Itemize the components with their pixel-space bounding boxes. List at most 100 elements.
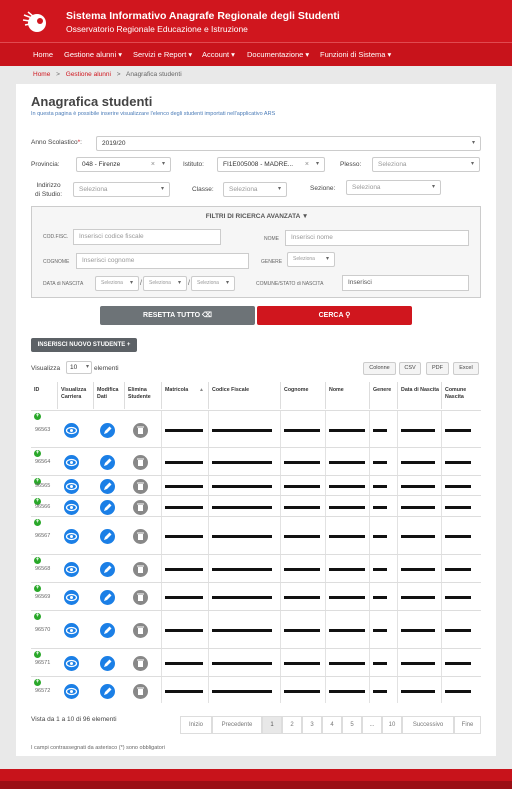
columns-button[interactable]: Colonne (363, 362, 396, 375)
edit-icon[interactable] (100, 422, 115, 438)
page-5[interactable]: 5 (342, 716, 362, 734)
edit-icon[interactable] (100, 683, 115, 699)
page-last[interactable]: Fine (454, 716, 481, 734)
view-career-icon[interactable] (64, 455, 79, 470)
add-student-button[interactable]: INSERISCI NUOVO STUDENTE + (31, 338, 137, 352)
delete-icon[interactable] (133, 529, 148, 544)
elements-label: elementi (94, 365, 119, 372)
expand-row-icon[interactable]: + (34, 613, 41, 620)
page-3[interactable]: 3 (302, 716, 322, 734)
delete-icon[interactable] (133, 499, 148, 515)
view-career-icon[interactable] (64, 656, 79, 671)
redacted-value (401, 505, 435, 509)
indirizzo-select[interactable]: Seleziona ▾ (73, 182, 170, 197)
view-career-icon[interactable] (64, 562, 79, 577)
breadcrumb-current: Anagrafica studenti (126, 71, 182, 78)
footer-bottom (0, 781, 512, 789)
csv-button[interactable]: CSV (399, 362, 421, 375)
col-header-genere[interactable]: Genere (369, 382, 397, 409)
page-10[interactable]: 10 (382, 716, 402, 734)
redacted-value (165, 629, 203, 632)
page-2[interactable]: 2 (282, 716, 302, 734)
breadcrumb-gestione-alunni[interactable]: Gestione alunni (66, 71, 111, 78)
plesso-select[interactable]: Seleziona ▾ (372, 157, 480, 172)
delete-icon[interactable] (133, 455, 148, 470)
expand-row-icon[interactable]: + (34, 679, 41, 686)
col-header-data-nascita[interactable]: Data di Nascita (397, 382, 441, 409)
comune-input[interactable]: Inserisci (342, 275, 469, 291)
search-button[interactable]: CERCA ⚲ (257, 306, 412, 325)
col-header-matricola[interactable]: Matricola ▲ (161, 382, 208, 409)
col-header-comune[interactable]: Comune Nascita (441, 382, 481, 409)
delete-icon[interactable] (133, 562, 148, 577)
delete-icon[interactable] (133, 479, 148, 494)
indirizzo-label: Indirizzo di Studio: (35, 182, 63, 198)
nav-documentazione[interactable]: Documentazione ▾ (247, 50, 309, 59)
delete-icon[interactable] (133, 683, 148, 699)
cognome-input[interactable]: Inserisci cognome (76, 253, 249, 269)
page-size-select[interactable]: 10 ▾ (66, 361, 92, 374)
breadcrumb-home[interactable]: Home (33, 71, 50, 78)
provincia-select[interactable]: 048 - Firenze × ▾ (76, 157, 171, 172)
student-id: 96567 (35, 533, 51, 539)
nav-account[interactable]: Account ▾ (202, 50, 235, 59)
delete-icon[interactable] (133, 422, 148, 438)
delete-icon[interactable] (133, 656, 148, 671)
edit-icon[interactable] (100, 455, 115, 470)
genere-select[interactable]: Seleziona ▾ (287, 252, 335, 267)
clear-icon[interactable]: × (305, 158, 309, 171)
expand-row-icon[interactable]: + (34, 651, 41, 658)
nav-funzioni-sistema[interactable]: Funzioni di Sistema ▾ (320, 50, 391, 59)
expand-row-icon[interactable]: + (34, 519, 41, 526)
expand-row-icon[interactable]: + (34, 413, 41, 420)
edit-icon[interactable] (100, 623, 115, 638)
expand-row-icon[interactable]: + (34, 585, 41, 592)
view-career-icon[interactable] (64, 529, 79, 544)
expand-row-icon[interactable]: + (34, 450, 41, 457)
reset-button[interactable]: RESETTA TUTTO ⌫ (100, 306, 255, 325)
classe-select[interactable]: Seleziona ▾ (223, 182, 287, 197)
istituto-select[interactable]: FI1E005008 - MADRE... × ▾ (217, 157, 325, 172)
nome-input[interactable]: Inserisci nome (285, 230, 469, 246)
col-header-cognome[interactable]: Cognome (280, 382, 325, 409)
view-career-icon[interactable] (64, 422, 79, 438)
redacted-value (165, 662, 203, 665)
col-header-modifica: Modifica Dati (93, 382, 124, 409)
student-id: 96568 (35, 566, 51, 572)
page-next[interactable]: Successivo (402, 716, 454, 734)
birth-year-select[interactable]: Seleziona ▾ (191, 276, 235, 291)
birth-day-select[interactable]: Seleziona ▾ (95, 276, 139, 291)
edit-icon[interactable] (100, 562, 115, 577)
view-career-icon[interactable] (64, 479, 79, 494)
edit-icon[interactable] (100, 479, 115, 494)
col-header-codice-fiscale[interactable]: Codice Fiscale (208, 382, 280, 409)
page-previous[interactable]: Precedente (212, 716, 262, 734)
codfisc-input[interactable]: Inserisci codice fiscale (73, 229, 221, 245)
edit-icon[interactable] (100, 656, 115, 671)
edit-icon[interactable] (100, 529, 115, 544)
col-header-id[interactable]: ID (31, 382, 57, 409)
delete-icon[interactable] (133, 623, 148, 638)
birth-month-select[interactable]: Seleziona ▾ (143, 276, 187, 291)
edit-icon[interactable] (100, 590, 115, 605)
clear-icon[interactable]: × (151, 158, 155, 171)
view-career-icon[interactable] (64, 623, 79, 638)
anno-select[interactable]: 2019/20 ▾ (96, 136, 481, 151)
page-first[interactable]: Inizio (180, 716, 212, 734)
delete-icon[interactable] (133, 590, 148, 605)
excel-button[interactable]: Excel (453, 362, 479, 375)
nav-servizi-report[interactable]: Servizi e Report ▾ (133, 50, 192, 59)
page-4[interactable]: 4 (322, 716, 342, 734)
sezione-select[interactable]: Seleziona ▾ (346, 180, 441, 195)
edit-icon[interactable] (100, 499, 115, 515)
view-career-icon[interactable] (64, 590, 79, 605)
nav-gestione-alunni[interactable]: Gestione alunni ▾ (64, 50, 122, 59)
nav-home[interactable]: Home (33, 50, 53, 59)
view-career-icon[interactable] (64, 499, 79, 515)
page-1[interactable]: 1 (262, 716, 282, 734)
view-career-icon[interactable] (64, 683, 79, 699)
col-header-nome[interactable]: Nome (325, 382, 369, 409)
redacted-value (212, 505, 272, 509)
pdf-button[interactable]: PDF (426, 362, 449, 375)
expand-row-icon[interactable]: + (34, 557, 41, 564)
